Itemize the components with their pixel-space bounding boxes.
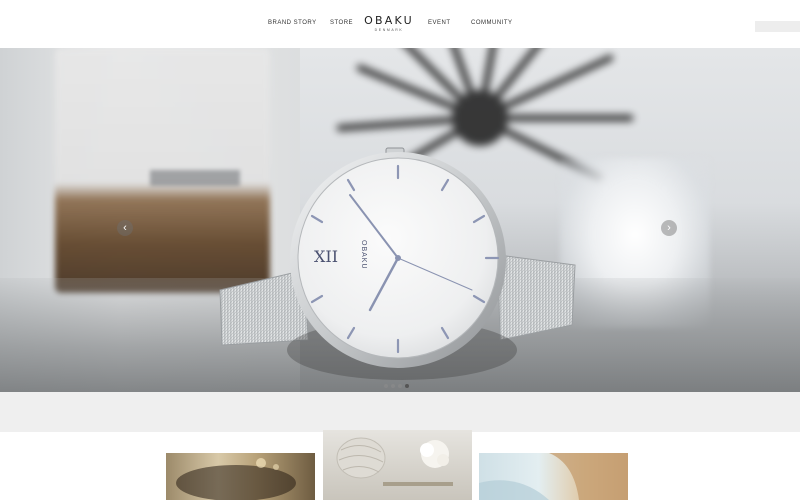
chevron-right-icon: › [667, 221, 671, 234]
carousel-dot-2[interactable] [391, 384, 395, 388]
nav-community[interactable]: COMMUNITY [471, 20, 513, 26]
feature-card-1[interactable] [166, 453, 315, 500]
page: BRAND STORY STORE OBAKU DENMARK EVENT CO… [0, 0, 800, 500]
carousel-dot-3[interactable] [398, 384, 402, 388]
carousel-pagination [384, 384, 409, 388]
nav-store[interactable]: STORE [330, 20, 353, 26]
feature-card-3-image [479, 453, 628, 500]
hero-carousel: XII OBAKU ‹ › [0, 48, 800, 392]
carousel-dot-1[interactable] [384, 384, 388, 388]
nav-event[interactable]: EVENT [428, 20, 451, 26]
carousel-next-button[interactable]: › [661, 220, 677, 236]
carousel-dot-4[interactable] [405, 384, 409, 388]
logo-subtitle: DENMARK [374, 28, 404, 32]
watch-dial-brand: OBAKU [360, 240, 367, 270]
chevron-left-icon: ‹ [123, 221, 127, 234]
nav-brand-story[interactable]: BRAND STORY [268, 20, 317, 26]
logo-wordmark: OBAKU [364, 14, 414, 27]
watch-image: XII OBAKU [219, 147, 576, 380]
brand-logo[interactable]: OBAKU DENMARK [359, 14, 419, 32]
carousel-prev-button[interactable]: ‹ [117, 220, 133, 236]
feature-card-2[interactable] [323, 430, 472, 500]
feature-card-2-image [336, 437, 453, 486]
feature-card-1-image [176, 458, 296, 500]
section-divider-band [0, 392, 800, 432]
feature-card-3[interactable] [479, 453, 628, 500]
site-header: BRAND STORY STORE OBAKU DENMARK EVENT CO… [0, 0, 800, 48]
search-input[interactable] [755, 21, 800, 32]
watch-numeral: XII [314, 247, 338, 266]
